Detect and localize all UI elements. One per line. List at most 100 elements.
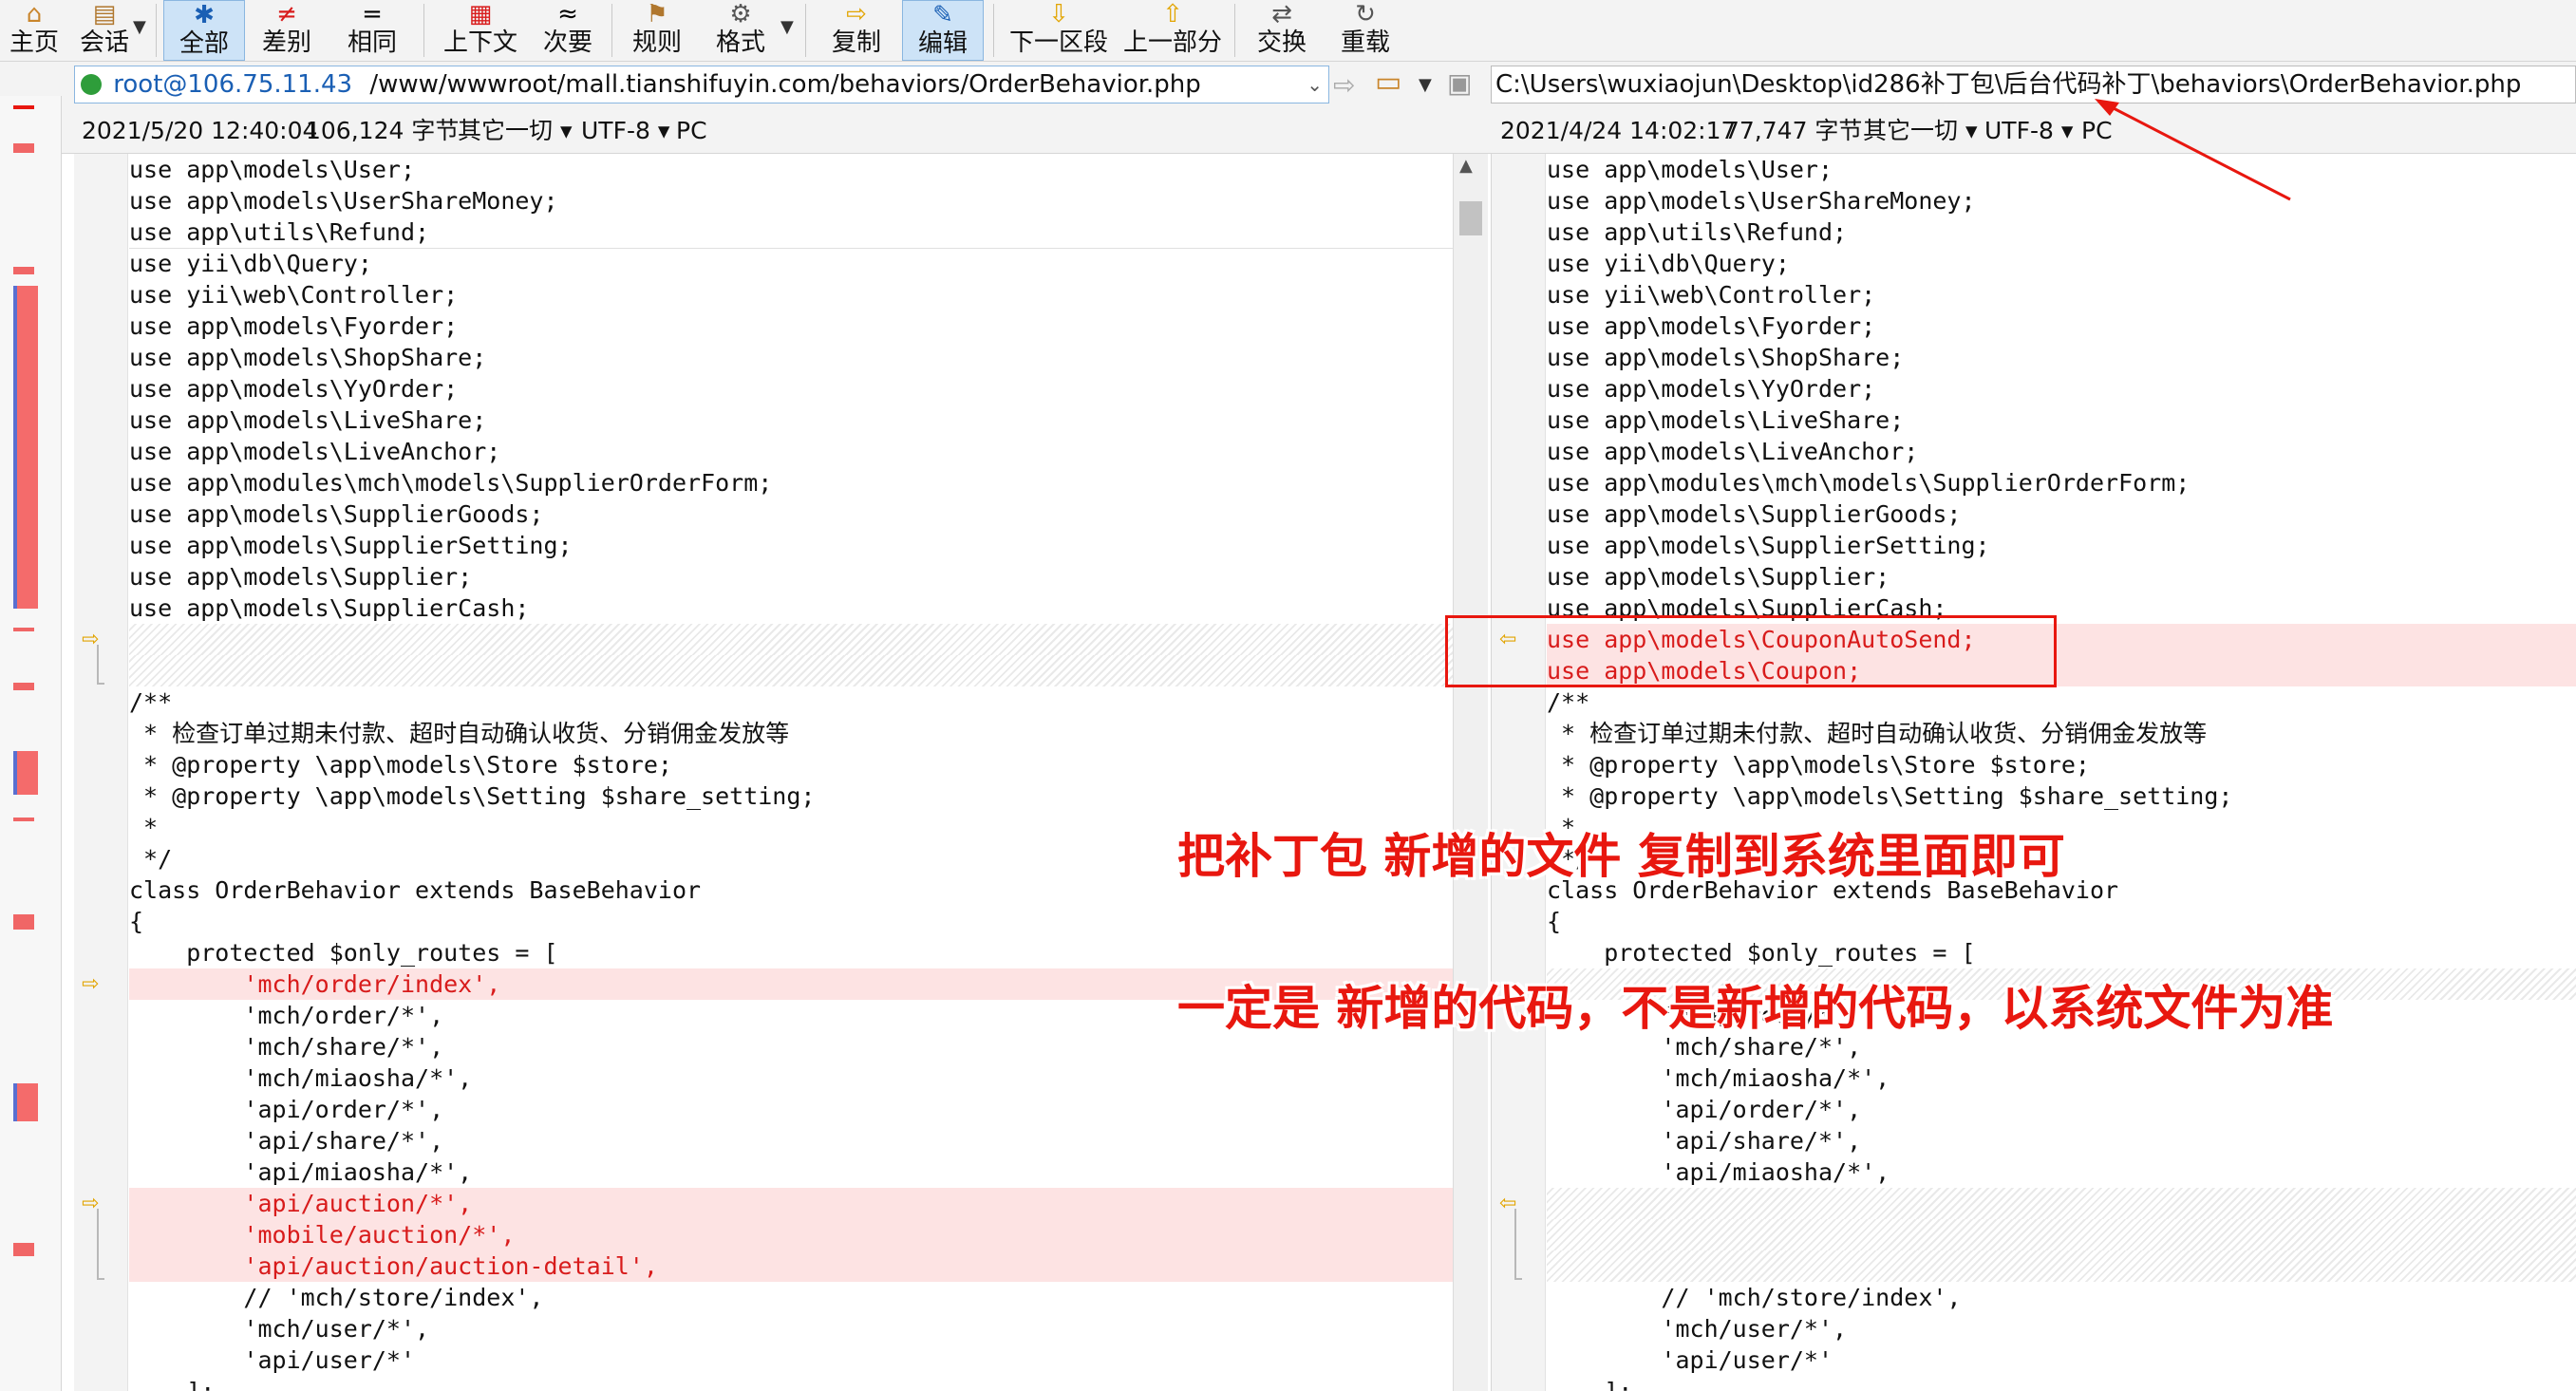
right-path-field[interactable]: C:\Users\wuxiaojun\Desktop\id286补丁包\后台代码… xyxy=(1491,66,2576,103)
code-line[interactable]: use app\modules\mch\models\SupplierOrder… xyxy=(1547,467,2576,498)
diff-overview-strip[interactable] xyxy=(0,96,62,1391)
code-line[interactable]: 'api/miaosha/*', xyxy=(129,1156,1453,1188)
code-line[interactable]: use app\models\User; xyxy=(129,154,1453,185)
code-line[interactable]: use app\models\SupplierGoods; xyxy=(1547,498,2576,530)
session-dropdown-icon[interactable]: ▼ xyxy=(133,17,146,37)
code-line[interactable]: 'api/auction/*', xyxy=(129,1188,1453,1219)
right-lineend[interactable]: PC xyxy=(2081,109,2113,153)
code-line[interactable]: // 'mch/store/index', xyxy=(1547,1282,2576,1313)
code-line[interactable]: use app\models\UserShareMoney; xyxy=(1547,185,2576,216)
code-line[interactable]: use app\models\SupplierCash; xyxy=(129,592,1453,624)
session-button[interactable]: ▤ 会话 xyxy=(74,0,135,61)
code-line[interactable]: use app\models\SupplierSetting; xyxy=(1547,530,2576,561)
code-line[interactable]: * @property \app\models\Store $store; xyxy=(1547,749,2576,780)
code-line[interactable] xyxy=(1547,1250,2576,1282)
history-icon[interactable]: ⇨ xyxy=(1333,69,1355,101)
code-line[interactable] xyxy=(129,624,1453,655)
right-category-select[interactable]: 其它一切 ▾ xyxy=(1863,109,1978,153)
code-line[interactable]: use app\models\User; xyxy=(1547,154,2576,185)
code-line[interactable]: 'api/user/*' xyxy=(129,1344,1453,1376)
show-diff-button[interactable]: ≠ 差别 xyxy=(253,0,321,61)
code-line[interactable]: use app\models\UserShareMoney; xyxy=(129,185,1453,216)
code-line[interactable]: use app\models\LiveAnchor; xyxy=(129,436,1453,467)
code-line[interactable]: use app\utils\Refund; xyxy=(1547,216,2576,248)
code-line[interactable]: use yii\db\Query; xyxy=(1547,248,2576,279)
code-line[interactable]: 'api/auction/auction-detail', xyxy=(129,1250,1453,1282)
folder-dropdown-icon[interactable]: ▼ xyxy=(1419,75,1432,95)
code-line[interactable]: use yii\web\Controller; xyxy=(1547,279,2576,310)
code-line[interactable]: use app\models\SupplierSetting; xyxy=(129,530,1453,561)
code-line[interactable]: use app\models\LiveShare; xyxy=(129,404,1453,436)
vertical-scrollbar[interactable]: ▲ xyxy=(1453,154,1488,1391)
code-line[interactable]: use app\models\YyOrder; xyxy=(129,373,1453,404)
code-line[interactable]: use app\models\Supplier; xyxy=(1547,561,2576,592)
code-line[interactable]: protected $only_routes = [ xyxy=(1547,937,2576,968)
code-line[interactable]: * @property \app\models\Setting $share_s… xyxy=(1547,780,2576,812)
scroll-up-icon[interactable]: ▲ xyxy=(1459,156,1473,176)
scroll-thumb[interactable] xyxy=(1459,201,1482,235)
reload-button[interactable]: ↻ 重载 xyxy=(1331,0,1400,61)
code-line[interactable]: use app\models\YyOrder; xyxy=(1547,373,2576,404)
show-same-button[interactable]: = 相同 xyxy=(338,0,406,61)
code-line[interactable]: * @property \app\models\Setting $share_s… xyxy=(129,780,1453,812)
chevron-down-icon[interactable]: ⌄ xyxy=(1307,66,1323,103)
code-line[interactable]: 'api/user/*' xyxy=(1547,1344,2576,1376)
code-line[interactable]: * 检查订单过期未付款、超时自动确认收货、分销佣金发放等 xyxy=(1547,718,2576,749)
code-line[interactable]: ]; xyxy=(129,1376,1453,1391)
code-line[interactable]: use yii\web\Controller; xyxy=(129,279,1453,310)
code-line[interactable]: use yii\db\Query; xyxy=(129,248,1453,279)
context-button[interactable]: ▦ 上下文 xyxy=(433,0,528,61)
left-category-select[interactable]: 其它一切 ▾ xyxy=(458,109,573,153)
code-line[interactable]: 'api/miaosha/*', xyxy=(1547,1156,2576,1188)
code-line[interactable] xyxy=(129,655,1453,686)
code-line[interactable]: 'mch/miaosha/*', xyxy=(129,1062,1453,1094)
home-button[interactable]: ⌂ 主页 xyxy=(4,0,65,61)
code-line[interactable]: use app\models\Fyorder; xyxy=(1547,310,2576,342)
code-line[interactable]: 'mch/user/*', xyxy=(129,1313,1453,1344)
right-encoding-select[interactable]: UTF-8 ▾ xyxy=(1984,109,2073,153)
swap-button[interactable]: ⇄ 交换 xyxy=(1248,0,1316,61)
code-line[interactable]: /** xyxy=(1547,686,2576,718)
code-line[interactable]: * 检查订单过期未付款、超时自动确认收货、分销佣金发放等 xyxy=(129,718,1453,749)
minor-button[interactable]: ≈ 次要 xyxy=(534,0,602,61)
code-line[interactable]: 'api/share/*', xyxy=(129,1125,1453,1156)
code-line[interactable]: 'mobile/auction/*', xyxy=(129,1219,1453,1250)
code-line[interactable]: use app\models\ShopShare; xyxy=(1547,342,2576,373)
code-line[interactable]: /** xyxy=(129,686,1453,718)
code-line[interactable]: use app\models\ShopShare; xyxy=(129,342,1453,373)
code-line[interactable]: 'mch/user/*', xyxy=(1547,1313,2576,1344)
save-icon[interactable]: ▣ xyxy=(1447,67,1472,99)
format-button[interactable]: ⚙ 格式 xyxy=(706,0,775,61)
code-line[interactable]: use app\models\Supplier; xyxy=(129,561,1453,592)
folder-icon[interactable]: ▭ xyxy=(1375,66,1401,99)
code-line[interactable]: use app\models\LiveAnchor; xyxy=(1547,436,2576,467)
code-line[interactable]: use app\modules\mch\models\SupplierOrder… xyxy=(129,467,1453,498)
code-line[interactable]: use app\models\Fyorder; xyxy=(129,310,1453,342)
left-encoding-select[interactable]: UTF-8 ▾ xyxy=(581,109,669,153)
show-all-button[interactable]: ✱ 全部 xyxy=(163,0,245,61)
code-line[interactable]: 'api/order/*', xyxy=(1547,1094,2576,1125)
code-line[interactable]: * @property \app\models\Store $store; xyxy=(129,749,1453,780)
left-path-field[interactable]: root@106.75.11.43 /www/wwwroot/mall.tian… xyxy=(74,66,1329,103)
code-line[interactable]: // 'mch/store/index', xyxy=(129,1282,1453,1313)
code-line[interactable]: ]; xyxy=(1547,1376,2576,1391)
rules-button[interactable]: ⚑ 规则 xyxy=(623,0,691,61)
left-code-pane[interactable]: use app\models\User; use app\models\UserS… xyxy=(74,154,1453,1391)
code-line[interactable]: use app\models\SupplierGoods; xyxy=(129,498,1453,530)
copy-button[interactable]: ⇨ 复制 xyxy=(822,0,891,61)
code-line[interactable]: protected $only_routes = [ xyxy=(129,937,1453,968)
code-line[interactable] xyxy=(1547,1188,2576,1219)
code-line[interactable]: 'mch/miaosha/*', xyxy=(1547,1062,2576,1094)
code-line[interactable] xyxy=(1547,1219,2576,1250)
code-line[interactable]: { xyxy=(129,906,1453,937)
right-code-pane[interactable]: use app\models\User; use app\models\UserS… xyxy=(1491,154,2576,1391)
code-line[interactable]: { xyxy=(1547,906,2576,937)
format-dropdown-icon[interactable]: ▼ xyxy=(780,17,794,37)
left-lineend[interactable]: PC xyxy=(676,109,707,153)
next-section-button[interactable]: ⇩ 下一区段 xyxy=(1006,0,1111,61)
code-line[interactable]: use app\utils\Refund; xyxy=(129,216,1453,249)
edit-button[interactable]: ✎ 编辑 xyxy=(902,0,984,61)
code-line[interactable]: 'api/order/*', xyxy=(129,1094,1453,1125)
code-line[interactable]: use app\models\LiveShare; xyxy=(1547,404,2576,436)
prev-part-button[interactable]: ⇧ 上一部分 xyxy=(1120,0,1225,61)
